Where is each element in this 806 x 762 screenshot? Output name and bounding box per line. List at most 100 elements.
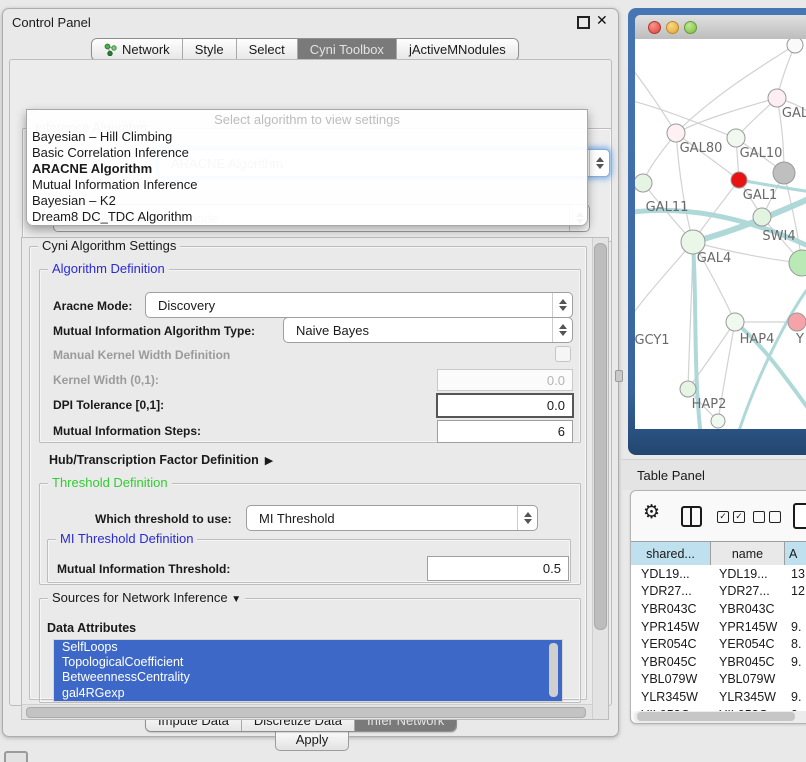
table-cell[interactable]: YBR043C <box>631 602 711 616</box>
table-cell[interactable]: YBR045C <box>711 655 785 669</box>
splitter-handle[interactable] <box>615 370 623 382</box>
table-cell[interactable]: YLR345W <box>711 690 785 704</box>
export-table-icon[interactable] <box>793 503 806 529</box>
table-cell[interactable]: YDL19... <box>631 567 711 581</box>
table-cell[interactable]: YDR27... <box>631 584 711 598</box>
table-cell[interactable]: YBR045C <box>631 655 711 669</box>
table-cell[interactable]: 12 <box>785 584 806 598</box>
hub-section-toggle[interactable]: Hub/Transcription Factor Definition▶ <box>49 453 273 467</box>
tab-jactivemnodules[interactable]: jActiveMNodules <box>396 39 518 60</box>
tab-style[interactable]: Style <box>182 39 236 60</box>
minimize-traffic-light-icon[interactable] <box>666 21 679 34</box>
table-cell[interactable]: YPR145W <box>631 620 711 634</box>
combobox-stepper-icon[interactable] <box>552 293 572 317</box>
table-cell[interactable]: YDR27... <box>711 584 785 598</box>
checked-box-icon: ✓ <box>733 511 745 523</box>
which-threshold-combobox[interactable]: MI Threshold <box>246 505 538 531</box>
zoom-traffic-light-icon[interactable] <box>684 21 697 34</box>
tab-cyni-toolbox[interactable]: Cyni Toolbox <box>297 39 396 60</box>
table-row[interactable]: YER054CYER054C8. <box>631 635 806 653</box>
table-cell[interactable]: YLR345W <box>631 690 711 704</box>
table-row[interactable]: YDR27...YDR27...12 <box>631 583 806 601</box>
dropdown-item[interactable]: Bayesian – K2 <box>27 193 587 209</box>
table-cell[interactable]: YBR043C <box>711 602 785 616</box>
column-header-shared-name[interactable]: shared... <box>631 542 711 565</box>
kernel-width-field[interactable]: 0.0 <box>437 369 573 391</box>
dpi-tolerance-label: DPI Tolerance [0,1]: <box>53 398 164 412</box>
dropdown-item[interactable]: Mutual Information Inference <box>27 177 587 193</box>
close-icon[interactable]: ✕ <box>596 12 608 29</box>
close-traffic-light-icon[interactable] <box>648 21 661 34</box>
list-item-selected[interactable]: SelfLoops <box>54 640 562 655</box>
table-row[interactable]: YLR345WYLR345W9. <box>631 688 806 706</box>
network-node[interactable] <box>787 39 803 53</box>
network-node[interactable] <box>680 381 696 397</box>
collapsed-panel-icon[interactable] <box>4 751 28 762</box>
vertical-scrollbar-thumb[interactable] <box>594 243 607 630</box>
table-cell[interactable]: YER054C <box>711 637 785 651</box>
mi-threshold-field[interactable]: 0.5 <box>427 556 569 581</box>
tab-network[interactable]: Network <box>92 39 182 60</box>
tab-select[interactable]: Select <box>236 39 297 60</box>
table-cell[interactable]: YBL079W <box>631 672 711 686</box>
dropdown-item[interactable]: Bayesian – Hill Climbing <box>27 129 587 145</box>
table-cell[interactable]: 8. <box>785 637 806 651</box>
sources-group-title[interactable]: Sources for Network Inference ▼ <box>48 591 245 607</box>
node-label: Y <box>795 332 804 347</box>
list-scrollbar-thumb[interactable] <box>549 643 558 697</box>
table-row[interactable]: YDL19...YDL19...13 <box>631 565 806 583</box>
network-node[interactable] <box>635 174 652 192</box>
network-node[interactable] <box>789 250 806 276</box>
table-cell[interactable]: YER054C <box>631 637 711 651</box>
dropdown-item[interactable]: Dream8 DC_TDC Algorithm <box>27 209 587 225</box>
combobox-stepper-icon[interactable] <box>589 150 609 176</box>
dropdown-item[interactable]: Basic Correlation Inference <box>27 145 587 161</box>
dropdown-placeholder: Select algorithm to view settings <box>27 110 587 129</box>
network-canvas[interactable]: GALGAL80GAL10GAL1GAL11SWI4GAL4GCY1HAP4YH… <box>635 39 806 429</box>
combobox-stepper-icon[interactable] <box>517 506 537 530</box>
horizontal-scrollbar-thumb[interactable] <box>26 707 586 718</box>
network-node[interactable] <box>731 172 747 188</box>
mi-steps-field[interactable]: 6 <box>437 420 573 443</box>
combobox-stepper-icon[interactable] <box>552 318 572 342</box>
manual-kernel-checkbox[interactable] <box>555 346 571 362</box>
mi-type-combobox[interactable]: Naive Bayes <box>283 317 573 343</box>
table-cell[interactable]: YDL19... <box>711 567 785 581</box>
table-cell[interactable]: 9. <box>785 690 806 704</box>
gear-icon[interactable]: ⚙ <box>643 501 660 524</box>
network-node[interactable] <box>711 414 725 428</box>
column-header-name[interactable]: name <box>711 542 785 565</box>
table-cell[interactable]: 13 <box>785 567 806 581</box>
table-cell[interactable]: 9. <box>785 655 806 669</box>
list-item-selected[interactable]: TopologicalCoefficient <box>54 655 562 670</box>
table-row[interactable]: YPR145WYPR145W9. <box>631 618 806 636</box>
network-node[interactable] <box>753 208 771 226</box>
table-row[interactable]: YBL079WYBL079W <box>631 671 806 689</box>
network-node[interactable] <box>727 129 745 147</box>
deselect-all-columns-icon[interactable] <box>753 511 781 523</box>
network-window-titlebar[interactable] <box>635 15 806 40</box>
network-node[interactable] <box>773 162 795 184</box>
dpi-tolerance-field[interactable]: 0.0 <box>436 393 574 418</box>
table-cell[interactable]: 9. <box>785 620 806 634</box>
table-horizontal-scrollbar[interactable] <box>634 711 806 723</box>
column-header-partial[interactable]: A <box>785 542 806 565</box>
table-row[interactable]: YBR045CYBR045C9. <box>631 653 806 671</box>
list-item-selected[interactable]: BetweennessCentrality <box>54 670 562 685</box>
select-all-columns-icon[interactable]: ✓ ✓ <box>717 511 745 523</box>
list-item-selected[interactable]: gal4RGexp <box>54 686 562 701</box>
network-node[interactable] <box>726 313 744 331</box>
split-columns-icon[interactable] <box>681 506 702 527</box>
table-cell[interactable]: YBL079W <box>711 672 785 686</box>
network-node[interactable] <box>667 124 685 142</box>
table-cell[interactable]: YPR145W <box>711 620 785 634</box>
table-scrollbar-thumb[interactable] <box>637 712 795 721</box>
aracne-mode-combobox[interactable]: Discovery <box>145 292 573 318</box>
network-node[interactable] <box>788 313 806 331</box>
float-window-icon[interactable] <box>577 16 590 29</box>
dropdown-item-selected[interactable]: ARACNE Algorithm <box>27 161 587 177</box>
node-label: SWI4 <box>762 229 795 244</box>
data-attributes-label: Data Attributes <box>47 621 136 635</box>
table-row[interactable]: YBR043CYBR043C <box>631 600 806 618</box>
network-node[interactable] <box>768 89 786 107</box>
